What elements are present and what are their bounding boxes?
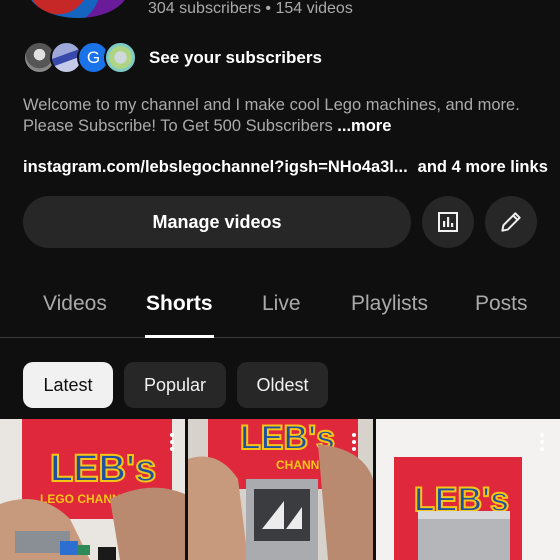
channel-stats: 304 subscribers • 154 videos	[148, 0, 353, 17]
filter-latest[interactable]: Latest	[23, 362, 113, 408]
channel-links[interactable]: instagram.com/lebslegochannel?igsh=NHo4a…	[23, 158, 548, 177]
description-more-link[interactable]: ...more	[337, 117, 391, 135]
manage-videos-button[interactable]: Manage videos	[23, 196, 411, 248]
short-logo-text: LEB's	[50, 448, 156, 490]
subscriber-avatars: G	[23, 40, 139, 76]
filter-popular[interactable]: Popular	[124, 362, 226, 408]
subscriber-avatar	[104, 41, 137, 74]
analytics-icon	[438, 212, 458, 232]
tab-live[interactable]: Live	[262, 292, 301, 316]
see-subscribers-link[interactable]: See your subscribers	[149, 48, 322, 68]
tab-shorts[interactable]: Shorts	[146, 292, 213, 316]
tab-posts[interactable]: Posts	[475, 292, 528, 316]
short-thumbnail-image: LEB's	[394, 457, 522, 560]
more-options-icon[interactable]	[536, 431, 548, 453]
more-options-icon[interactable]	[348, 431, 360, 453]
tab-playlists[interactable]: Playlists	[351, 292, 428, 316]
analytics-button[interactable]	[422, 196, 474, 248]
see-subscribers-row[interactable]: G See your subscribers	[23, 40, 322, 76]
channel-description[interactable]: Welcome to my channel and I make cool Le…	[23, 95, 543, 137]
short-thumbnail[interactable]: LEB's	[376, 419, 560, 560]
description-text: Welcome to my channel and I make cool Le…	[23, 96, 520, 135]
tab-videos[interactable]: Videos	[43, 292, 107, 316]
edit-button[interactable]	[485, 196, 537, 248]
short-thumbnail-image: LEB's LEGO CHANNEL	[0, 419, 185, 560]
short-thumbnail-image: LEB's CHANNEL	[188, 419, 373, 560]
channel-link[interactable]: instagram.com/lebslegochannel?igsh=NHo4a…	[23, 158, 408, 176]
more-links[interactable]: and 4 more links	[418, 158, 548, 176]
active-tab-indicator	[145, 335, 214, 338]
more-options-icon[interactable]	[166, 431, 178, 453]
short-thumbnail[interactable]: LEB's CHANNEL	[188, 419, 373, 560]
pencil-icon	[501, 212, 521, 232]
channel-avatar[interactable]	[28, 0, 128, 18]
filter-oldest[interactable]: Oldest	[237, 362, 328, 408]
channel-tabs: Videos Shorts Live Playlists Posts	[0, 280, 560, 338]
short-thumbnail[interactable]: LEB's LEGO CHANNEL	[0, 419, 185, 560]
